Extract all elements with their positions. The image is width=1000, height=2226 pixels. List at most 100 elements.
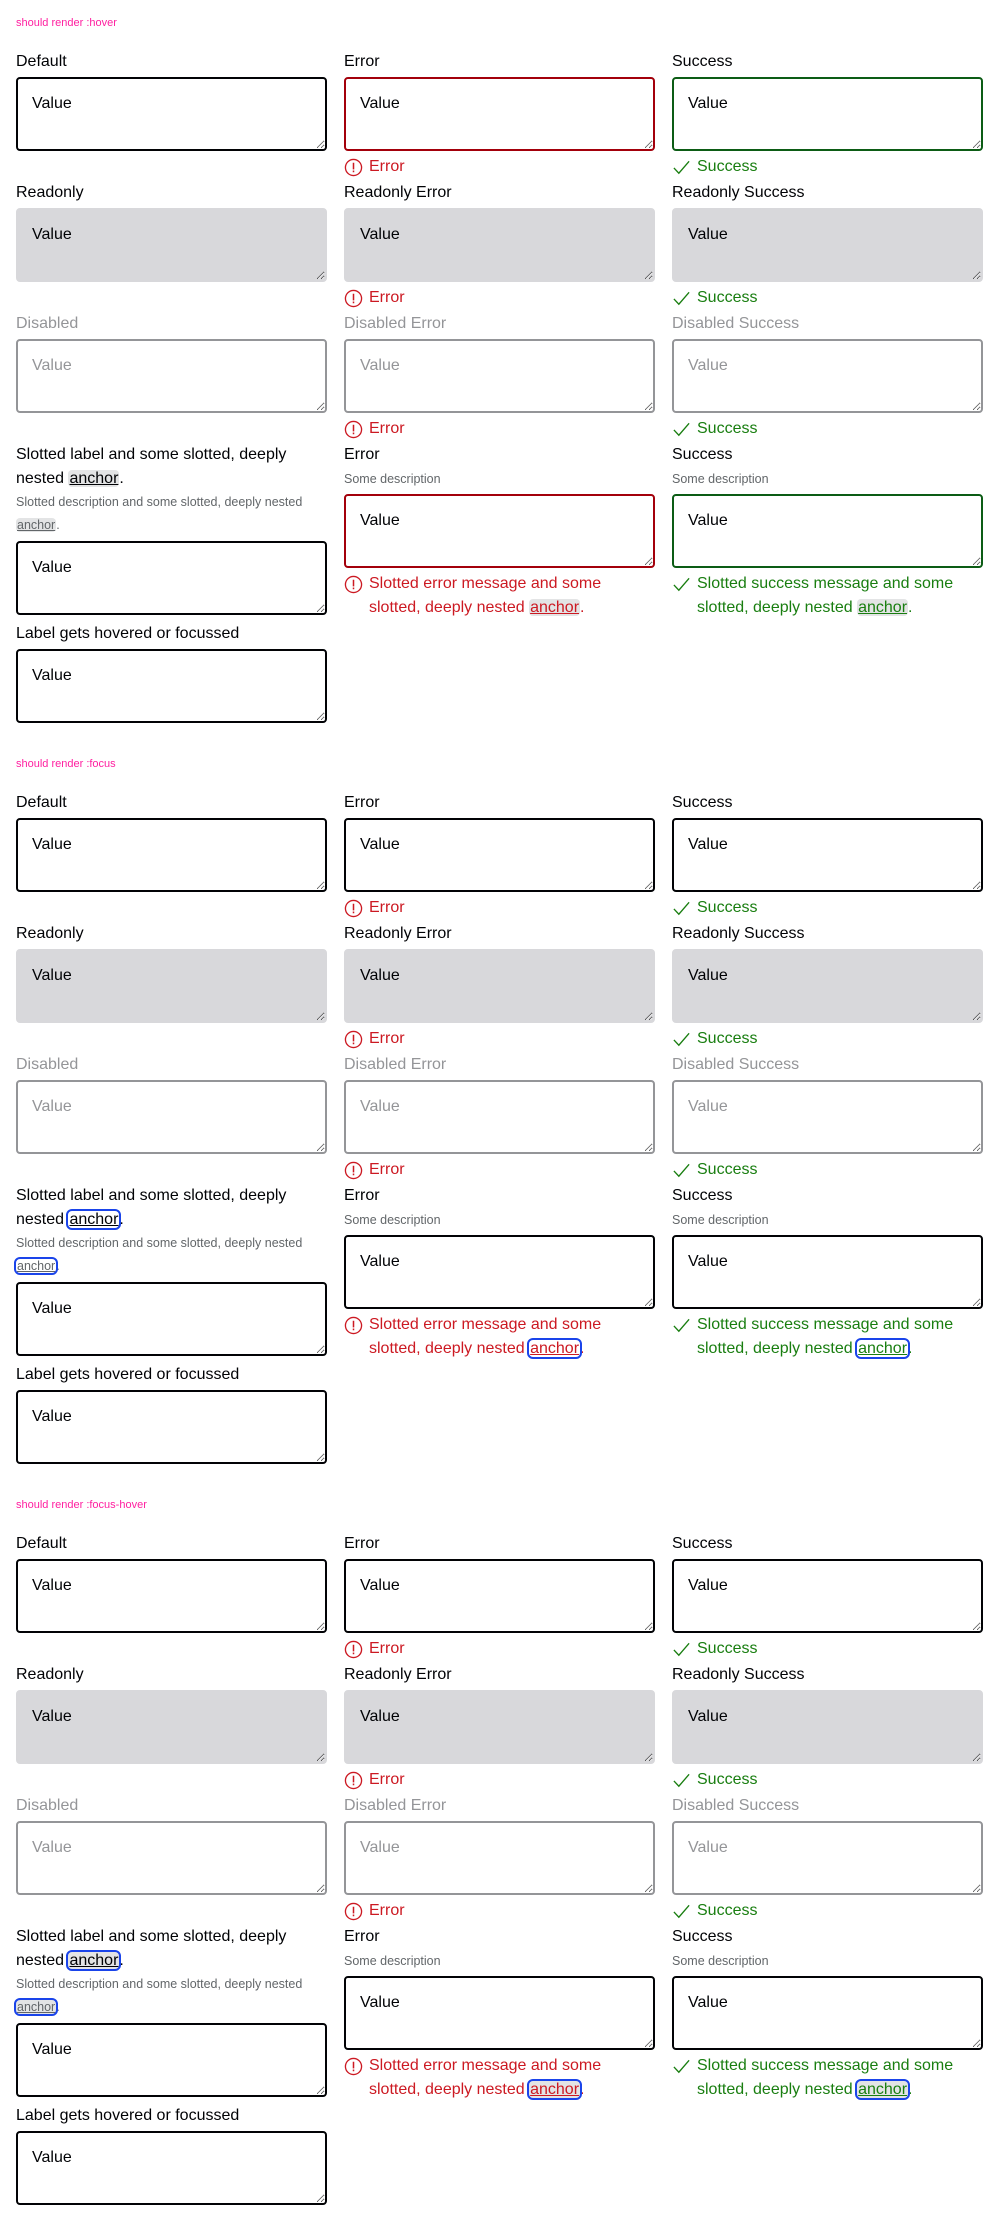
field-label: Readonly Error: [344, 184, 452, 201]
anchor-link[interactable]: anchor: [13, 1998, 59, 2016]
field-label: Readonly Error: [344, 925, 452, 942]
textarea-field: Disabled Success Value Success: [672, 312, 983, 441]
textarea-field: Success Value Success: [672, 50, 983, 179]
message-text: Success: [697, 420, 758, 437]
textarea-input[interactable]: Value: [344, 949, 655, 1023]
anchor-link[interactable]: anchor: [16, 518, 57, 532]
error-message: Error: [344, 1768, 655, 1792]
field-description: Some description: [344, 472, 441, 486]
field-description: Some description: [344, 1954, 441, 1968]
checkmark-icon: [672, 1899, 692, 1923]
anchor-link[interactable]: anchor: [855, 1338, 911, 1359]
textarea-input[interactable]: Value: [672, 494, 983, 568]
exclamation-circle-icon: [344, 896, 364, 920]
textarea-input[interactable]: Value: [344, 494, 655, 568]
anchor-link[interactable]: anchor: [855, 2079, 911, 2100]
field-label: Label gets hovered or focussed: [16, 625, 240, 642]
field-label: Readonly: [16, 184, 84, 201]
textarea-input[interactable]: Value: [344, 818, 655, 892]
field-grid: Default Value Error Value Error Success Value S…: [13, 791, 983, 1464]
textarea-input[interactable]: Value: [672, 1235, 983, 1309]
success-message: Success: [672, 1768, 983, 1792]
exclamation-circle-icon: [344, 1637, 364, 1661]
textarea-input[interactable]: Value: [344, 1976, 655, 2050]
textarea-input: Value: [672, 1821, 983, 1895]
error-message: Slotted error message and some slotted, …: [344, 1313, 655, 1361]
message-text: Error: [369, 289, 405, 306]
textarea-input[interactable]: Value: [344, 1690, 655, 1764]
slotted-text-end: .: [580, 599, 585, 616]
field-description: Some description: [672, 1954, 769, 1968]
field-label: Error: [344, 53, 380, 70]
textarea-field: Error Value Error: [344, 791, 655, 920]
anchor-link[interactable]: anchor: [68, 470, 120, 487]
field-grid: Default Value Error Value Error Success Value S…: [13, 1532, 983, 2205]
textarea-field: Readonly Success Value Success: [672, 181, 983, 310]
textarea-input[interactable]: Value: [344, 208, 655, 282]
anchor-link[interactable]: anchor: [857, 599, 909, 616]
textarea-field: Readonly Value: [16, 922, 327, 1023]
error-message: Error: [344, 1158, 655, 1182]
textarea-input[interactable]: Value: [16, 649, 327, 723]
textarea-input[interactable]: Value: [672, 208, 983, 282]
slotted-text-end: .: [908, 1340, 913, 1357]
textarea-input[interactable]: Value: [672, 949, 983, 1023]
message-text: Slotted success message and some slotted…: [697, 1313, 983, 1361]
success-message: Success: [672, 896, 983, 920]
field-label: Readonly: [16, 925, 84, 942]
textarea-input[interactable]: Value: [16, 2023, 327, 2097]
slotted-text-end: .: [56, 1259, 60, 1273]
textarea-input[interactable]: Value: [16, 1282, 327, 1356]
textarea-input[interactable]: Value: [672, 1690, 983, 1764]
textarea-input[interactable]: Value: [16, 949, 327, 1023]
error-message: Error: [344, 417, 655, 441]
anchor-link[interactable]: anchor: [527, 1338, 583, 1359]
textarea-input[interactable]: Value: [16, 818, 327, 892]
checkmark-icon: [672, 1027, 692, 1051]
textarea-input[interactable]: Value: [672, 1559, 983, 1633]
field-label: Disabled: [16, 315, 79, 332]
textarea-field: Label gets hovered or focussed Value: [16, 1363, 327, 1464]
textarea-input[interactable]: Value: [16, 77, 327, 151]
anchor-link[interactable]: anchor: [529, 599, 581, 616]
slotted-text: Slotted description and some slotted, de…: [16, 1977, 303, 1991]
textarea-field: Success Some description Value Slotted succ…: [672, 443, 983, 620]
textarea-input[interactable]: Value: [16, 541, 327, 615]
textarea-input[interactable]: Value: [344, 77, 655, 151]
success-message: Success: [672, 1158, 983, 1182]
textarea-field: Readonly Error Value Error: [344, 922, 655, 1051]
textarea-field: Slotted label and some slotted, deeply n…: [13, 1184, 327, 1356]
exclamation-circle-icon: [344, 1313, 364, 1337]
field-label: Readonly Success: [672, 184, 805, 201]
textarea-input[interactable]: Value: [16, 1559, 327, 1633]
textarea-input[interactable]: Value: [16, 2131, 327, 2205]
textarea-field: Slotted label and some slotted, deeply n…: [13, 1925, 327, 2097]
success-message: Success: [672, 417, 983, 441]
textarea-field: Default Value: [16, 791, 327, 892]
message-text: Success: [697, 289, 758, 306]
anchor-link[interactable]: anchor: [527, 2079, 583, 2100]
checkmark-icon: [672, 1313, 692, 1337]
page: should render :hover Default Value Error Val…: [0, 0, 1000, 2223]
textarea-input[interactable]: Value: [344, 1559, 655, 1633]
textarea-input[interactable]: Value: [16, 1390, 327, 1464]
slotted-text-end: .: [56, 2000, 60, 2014]
textarea-input[interactable]: Value: [672, 818, 983, 892]
section-focus: should render :focus Default Value Error Val…: [0, 741, 1000, 1482]
field-label: Slotted label and some slotted, deeply n…: [16, 1925, 327, 1973]
textarea-input[interactable]: Value: [672, 77, 983, 151]
textarea-input[interactable]: Value: [16, 208, 327, 282]
message-text: Success: [697, 1030, 758, 1047]
textarea-input[interactable]: Value: [672, 1976, 983, 2050]
textarea-input[interactable]: Value: [344, 1235, 655, 1309]
textarea-field: Disabled Error Value Error: [344, 1794, 655, 1923]
anchor-link[interactable]: anchor: [66, 1950, 122, 1971]
textarea-input[interactable]: Value: [16, 1690, 327, 1764]
success-message: Success: [672, 286, 983, 310]
textarea-field: Error Value Error: [344, 1532, 655, 1661]
section-title: should render :focus-hover: [16, 1499, 147, 1511]
anchor-link[interactable]: anchor: [66, 1209, 122, 1230]
slotted-text-end: .: [580, 1340, 585, 1357]
message-text: Success: [697, 1771, 758, 1788]
anchor-link[interactable]: anchor: [13, 1257, 59, 1275]
